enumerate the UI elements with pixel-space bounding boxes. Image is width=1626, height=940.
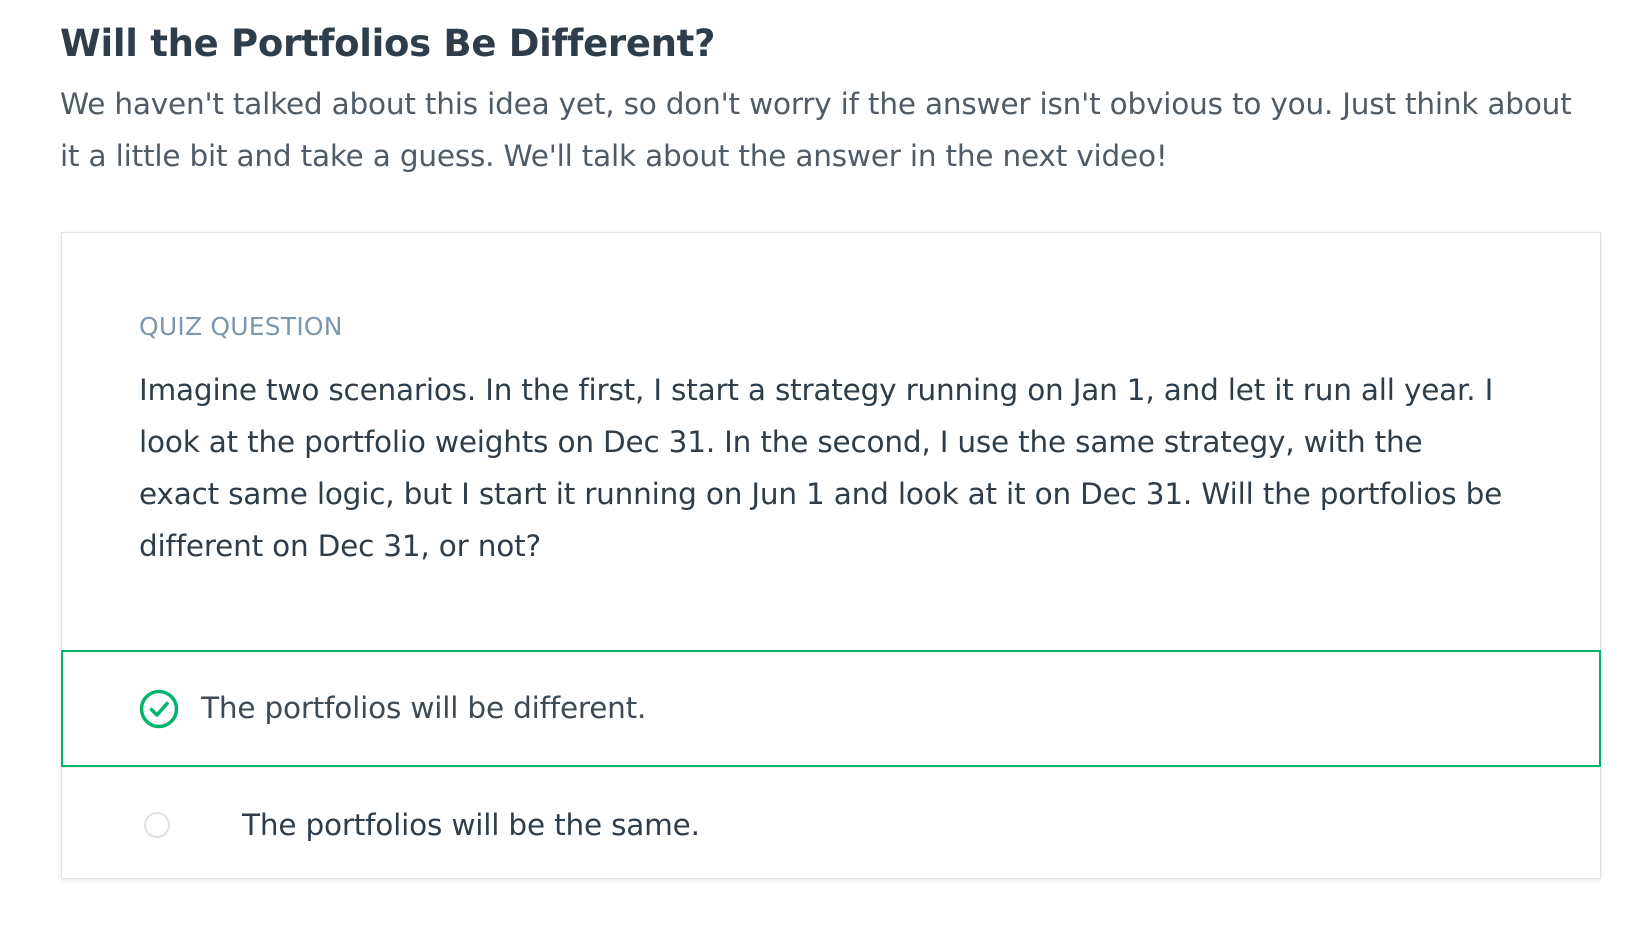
radio-empty-icon — [144, 812, 170, 838]
check-circle-icon — [139, 689, 179, 729]
answer-option-different[interactable]: The portfolios will be different. — [61, 650, 1601, 767]
answer-option-same[interactable]: The portfolios will be the same. — [61, 767, 1601, 884]
page-title: Will the Portfolios Be Different? — [60, 22, 716, 65]
quiz-question-label: QUIZ QUESTION — [139, 312, 343, 341]
intro-paragraph: We haven't talked about this idea yet, s… — [60, 87, 1572, 173]
answer-option-label: The portfolios will be the same. — [242, 808, 700, 842]
answer-option-label: The portfolios will be different. — [201, 691, 647, 725]
quiz-card: QUIZ QUESTION Imagine two scenarios. In … — [61, 232, 1601, 879]
quiz-question-text: Imagine two scenarios. In the first, I s… — [139, 373, 1503, 563]
